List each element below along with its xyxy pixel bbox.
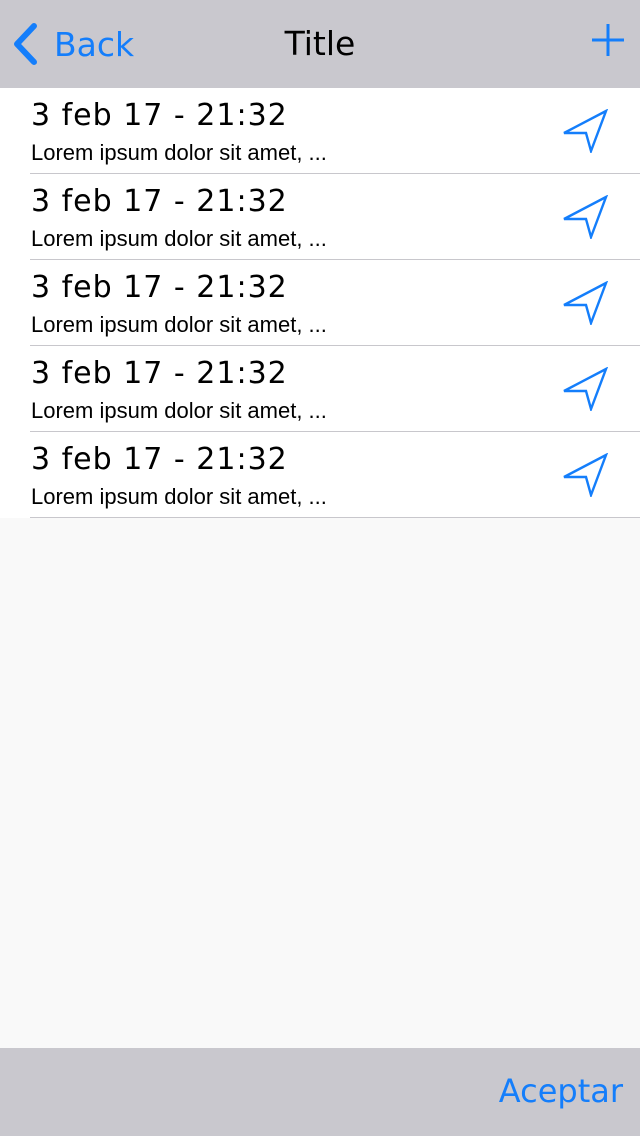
item-timestamp: 3 feb 17 - 21:32 (31, 442, 288, 477)
navigation-bar: Back Title (0, 0, 640, 88)
list-item[interactable]: 3 feb 17 - 21:32 Lorem ipsum dolor sit a… (0, 174, 640, 260)
location-arrow-icon[interactable] (562, 109, 608, 153)
location-arrow-icon[interactable] (562, 367, 608, 411)
item-timestamp: 3 feb 17 - 21:32 (31, 270, 288, 305)
item-timestamp: 3 feb 17 - 21:32 (31, 98, 288, 133)
item-description: Lorem ipsum dolor sit amet, ... (31, 484, 327, 509)
item-description: Lorem ipsum dolor sit amet, ... (31, 226, 327, 251)
item-description: Lorem ipsum dolor sit amet, ... (31, 140, 327, 165)
bottom-toolbar: Aceptar (0, 1048, 640, 1136)
chevron-left-icon (14, 23, 37, 65)
list-item[interactable]: 3 feb 17 - 21:32 Lorem ipsum dolor sit a… (0, 346, 640, 432)
item-description: Lorem ipsum dolor sit amet, ... (31, 312, 327, 337)
item-timestamp: 3 feb 17 - 21:32 (31, 184, 288, 219)
item-timestamp: 3 feb 17 - 21:32 (31, 356, 288, 391)
entries-list: 3 feb 17 - 21:32 Lorem ipsum dolor sit a… (0, 88, 640, 518)
accept-button[interactable]: Aceptar (499, 1048, 623, 1136)
list-item[interactable]: 3 feb 17 - 21:32 Lorem ipsum dolor sit a… (0, 88, 640, 174)
item-description: Lorem ipsum dolor sit amet, ... (31, 398, 327, 423)
back-label: Back (54, 24, 135, 64)
location-arrow-icon[interactable] (562, 281, 608, 325)
location-arrow-icon[interactable] (562, 453, 608, 497)
plus-icon (592, 24, 624, 56)
row-separator (30, 517, 640, 518)
add-button[interactable] (590, 22, 626, 58)
list-item[interactable]: 3 feb 17 - 21:32 Lorem ipsum dolor sit a… (0, 432, 640, 518)
list-item[interactable]: 3 feb 17 - 21:32 Lorem ipsum dolor sit a… (0, 260, 640, 346)
back-button[interactable]: Back (12, 0, 134, 88)
location-arrow-icon[interactable] (562, 195, 608, 239)
